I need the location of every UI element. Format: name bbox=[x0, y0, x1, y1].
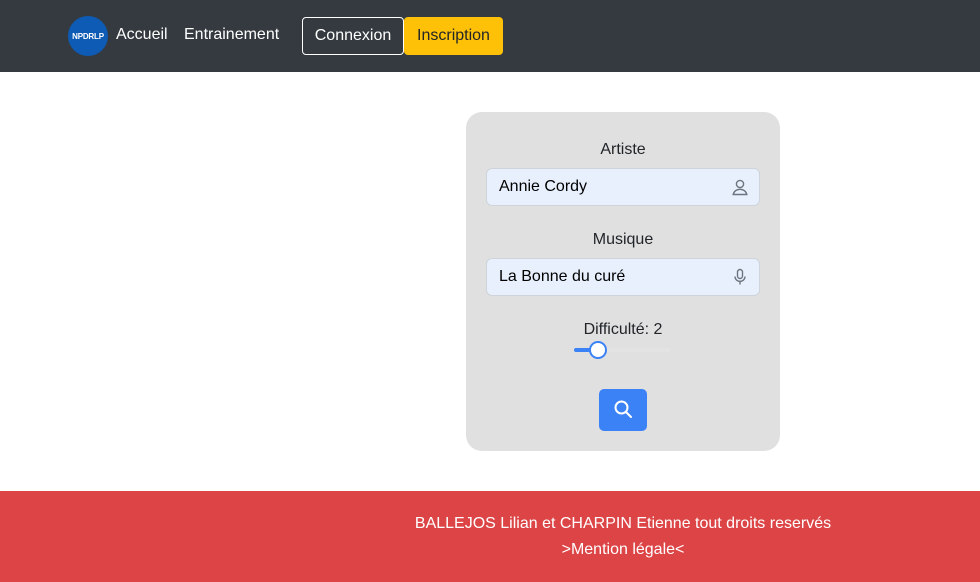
search-icon bbox=[613, 399, 633, 422]
legal-notice-link[interactable]: >Mention légale< bbox=[365, 540, 881, 560]
artiste-label: Artiste bbox=[600, 141, 646, 158]
artiste-input[interactable] bbox=[487, 169, 727, 205]
musique-input[interactable] bbox=[487, 259, 727, 295]
inscription-button[interactable]: Inscription bbox=[404, 17, 503, 55]
navbar: NPDRLP Accueil Entrainement Connexion In… bbox=[0, 0, 980, 72]
connexion-button[interactable]: Connexion bbox=[302, 17, 404, 55]
user-icon bbox=[731, 178, 749, 196]
nav-link-accueil[interactable]: Accueil bbox=[116, 25, 168, 45]
slider-thumb[interactable] bbox=[589, 341, 607, 359]
musique-field[interactable] bbox=[486, 258, 760, 296]
difficulty-label: Difficulté: 2 bbox=[583, 321, 663, 338]
footer: BALLEJOS Lilian et CHARPIN Etienne tout … bbox=[0, 491, 980, 582]
artiste-field[interactable] bbox=[486, 168, 760, 206]
difficulty-slider[interactable] bbox=[574, 341, 670, 359]
logo-text: NPDRLP bbox=[72, 31, 104, 41]
footer-credits: BALLEJOS Lilian et CHARPIN Etienne tout … bbox=[414, 515, 832, 532]
logo[interactable]: NPDRLP bbox=[68, 16, 108, 56]
microphone-icon bbox=[731, 268, 749, 286]
nav-link-entrainement[interactable]: Entrainement bbox=[184, 25, 279, 45]
search-button[interactable] bbox=[599, 389, 647, 431]
musique-label: Musique bbox=[592, 231, 654, 248]
search-card: Artiste Musique Difficulté: 2 bbox=[466, 112, 780, 451]
